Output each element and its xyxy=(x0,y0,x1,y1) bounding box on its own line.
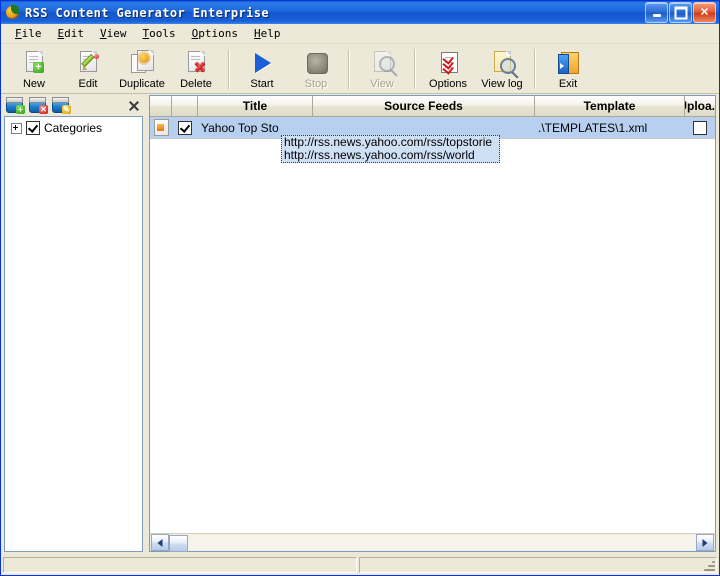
toolbar-duplicate-button[interactable]: Duplicate xyxy=(115,46,169,92)
resize-grip-icon[interactable] xyxy=(703,559,715,571)
row-enabled-checkbox[interactable] xyxy=(172,117,198,138)
toolbar-delete-label: Delete xyxy=(180,78,212,90)
column-header-source-feeds[interactable]: Source Feeds xyxy=(313,96,535,116)
add-category-icon[interactable]: + xyxy=(5,97,25,114)
row-template: .\TEMPLATES\1.xml xyxy=(538,120,648,135)
source-feeds-tooltip: http://rss.news.yahoo.com/rss/topstorie … xyxy=(281,135,500,163)
status-pane-2 xyxy=(359,557,717,573)
status-bar xyxy=(1,554,719,575)
project-document-icon xyxy=(153,119,169,136)
scrollbar-track[interactable] xyxy=(169,535,696,552)
rss-globe-icon xyxy=(5,4,21,21)
toolbar-view-button[interactable]: View xyxy=(355,46,409,92)
toolbar-edit-button[interactable]: Edit xyxy=(61,46,115,92)
toolbar-start-button[interactable]: Start xyxy=(235,46,289,92)
tree-node-checkbox[interactable] xyxy=(26,121,40,135)
status-pane-1 xyxy=(3,557,357,573)
scrollbar-thumb[interactable] xyxy=(169,535,188,552)
toolbar-view-label: View xyxy=(370,78,394,90)
toolbar-edit-label: Edit xyxy=(78,78,98,90)
menu-edit[interactable]: Edit xyxy=(50,25,93,42)
tooltip-line-1: http://rss.news.yahoo.com/rss/topstorie xyxy=(284,136,493,149)
edit-pencil-icon xyxy=(74,50,102,76)
projects-grid: Title Source Feeds Template Uploa... Yah… xyxy=(149,95,716,552)
menu-bar: File Edit View Tools Options Help xyxy=(1,24,719,44)
menu-file[interactable]: File xyxy=(7,25,50,42)
close-panel-icon[interactable] xyxy=(128,100,140,112)
categories-toolbar: + ✕ ✎ xyxy=(2,95,145,116)
toolbar-start-label: Start xyxy=(250,78,274,90)
delete-category-icon[interactable]: ✕ xyxy=(28,97,48,114)
options-checklist-icon xyxy=(434,50,462,76)
column-header-icon[interactable] xyxy=(150,96,172,116)
toolbar-stop-button[interactable]: Stop xyxy=(289,46,343,92)
restore-button[interactable] xyxy=(669,2,692,23)
menu-help-label: elp xyxy=(260,27,281,40)
toolbar-duplicate-label: Duplicate xyxy=(119,78,165,90)
menu-tools-label: ools xyxy=(149,27,176,40)
toolbar-delete-button[interactable]: Delete xyxy=(169,46,223,92)
toolbar-options-button[interactable]: Options xyxy=(421,46,475,92)
toolbar-new-label: New xyxy=(22,78,45,90)
exit-door-icon xyxy=(554,50,582,76)
new-document-icon: + xyxy=(20,50,48,76)
toolbar-view-log-button[interactable]: View log xyxy=(475,46,529,92)
minimize-button[interactable] xyxy=(645,2,668,23)
grid-header: Title Source Feeds Template Uploa... xyxy=(150,96,715,117)
delete-icon xyxy=(182,50,210,76)
scroll-left-icon[interactable] xyxy=(151,534,169,551)
application-window: RSS Content Generator Enterprise ✕ File … xyxy=(0,0,720,576)
expand-icon[interactable] xyxy=(11,122,22,134)
scroll-right-icon[interactable] xyxy=(696,534,714,551)
tooltip-line-2: http://rss.news.yahoo.com/rss/world xyxy=(284,149,475,162)
grid-rows: Yahoo Top Sto .\TEMPLATES\1.xml http://r… xyxy=(150,117,715,533)
toolbar-separator-4 xyxy=(534,49,536,89)
title-bar: RSS Content Generator Enterprise ✕ xyxy=(1,1,719,24)
toolbar-new-button[interactable]: + New xyxy=(7,46,61,92)
tree-node-label: Categories xyxy=(44,121,103,135)
menu-view-accel: V xyxy=(100,27,107,40)
menu-help[interactable]: Help xyxy=(246,25,289,42)
menu-tools[interactable]: Tools xyxy=(135,25,184,42)
menu-options[interactable]: Options xyxy=(184,25,246,42)
menu-edit-label: dit xyxy=(64,27,84,40)
stop-icon xyxy=(302,50,330,76)
menu-file-label: ile xyxy=(21,27,42,40)
toolbar-stop-label: Stop xyxy=(304,78,328,90)
toolbar: + New Edit Duplicate Delete Start Stop V… xyxy=(1,44,719,94)
caption-buttons: ✕ xyxy=(645,2,717,23)
menu-view-label: iew xyxy=(106,27,127,40)
row-project-icon xyxy=(150,117,172,138)
duplicate-icon xyxy=(128,50,156,76)
toolbar-separator-1 xyxy=(228,49,230,89)
toolbar-separator-3 xyxy=(414,49,416,89)
row-upload-checkbox[interactable] xyxy=(685,117,715,138)
toolbar-exit-label: Exit xyxy=(558,78,578,90)
toolbar-separator-2 xyxy=(348,49,350,89)
horizontal-scrollbar[interactable] xyxy=(150,533,715,552)
categories-tree[interactable]: Categories xyxy=(4,116,143,552)
main-body: + ✕ ✎ Categories Title Source Feeds Temp… xyxy=(1,94,719,554)
column-header-enabled[interactable] xyxy=(172,96,198,116)
window-title: RSS Content Generator Enterprise xyxy=(25,5,269,20)
close-button[interactable]: ✕ xyxy=(693,2,716,23)
column-header-template[interactable]: Template xyxy=(535,96,685,116)
menu-view[interactable]: View xyxy=(92,25,135,42)
categories-panel: + ✕ ✎ Categories xyxy=(2,95,145,554)
column-header-title[interactable]: Title xyxy=(198,96,313,116)
menu-file-accel: F xyxy=(15,27,22,40)
tree-node-categories[interactable]: Categories xyxy=(5,120,142,136)
view-log-icon xyxy=(488,50,516,76)
toolbar-view-log-label: View log xyxy=(481,78,523,90)
view-magnifier-icon xyxy=(368,50,396,76)
column-header-upload[interactable]: Uploa... xyxy=(685,96,715,116)
edit-category-icon[interactable]: ✎ xyxy=(51,97,71,114)
toolbar-options-label: Options xyxy=(429,78,467,90)
toolbar-exit-button[interactable]: Exit xyxy=(541,46,595,92)
menu-help-accel: H xyxy=(254,27,261,40)
menu-options-label: ptions xyxy=(198,27,238,40)
play-icon xyxy=(248,50,276,76)
